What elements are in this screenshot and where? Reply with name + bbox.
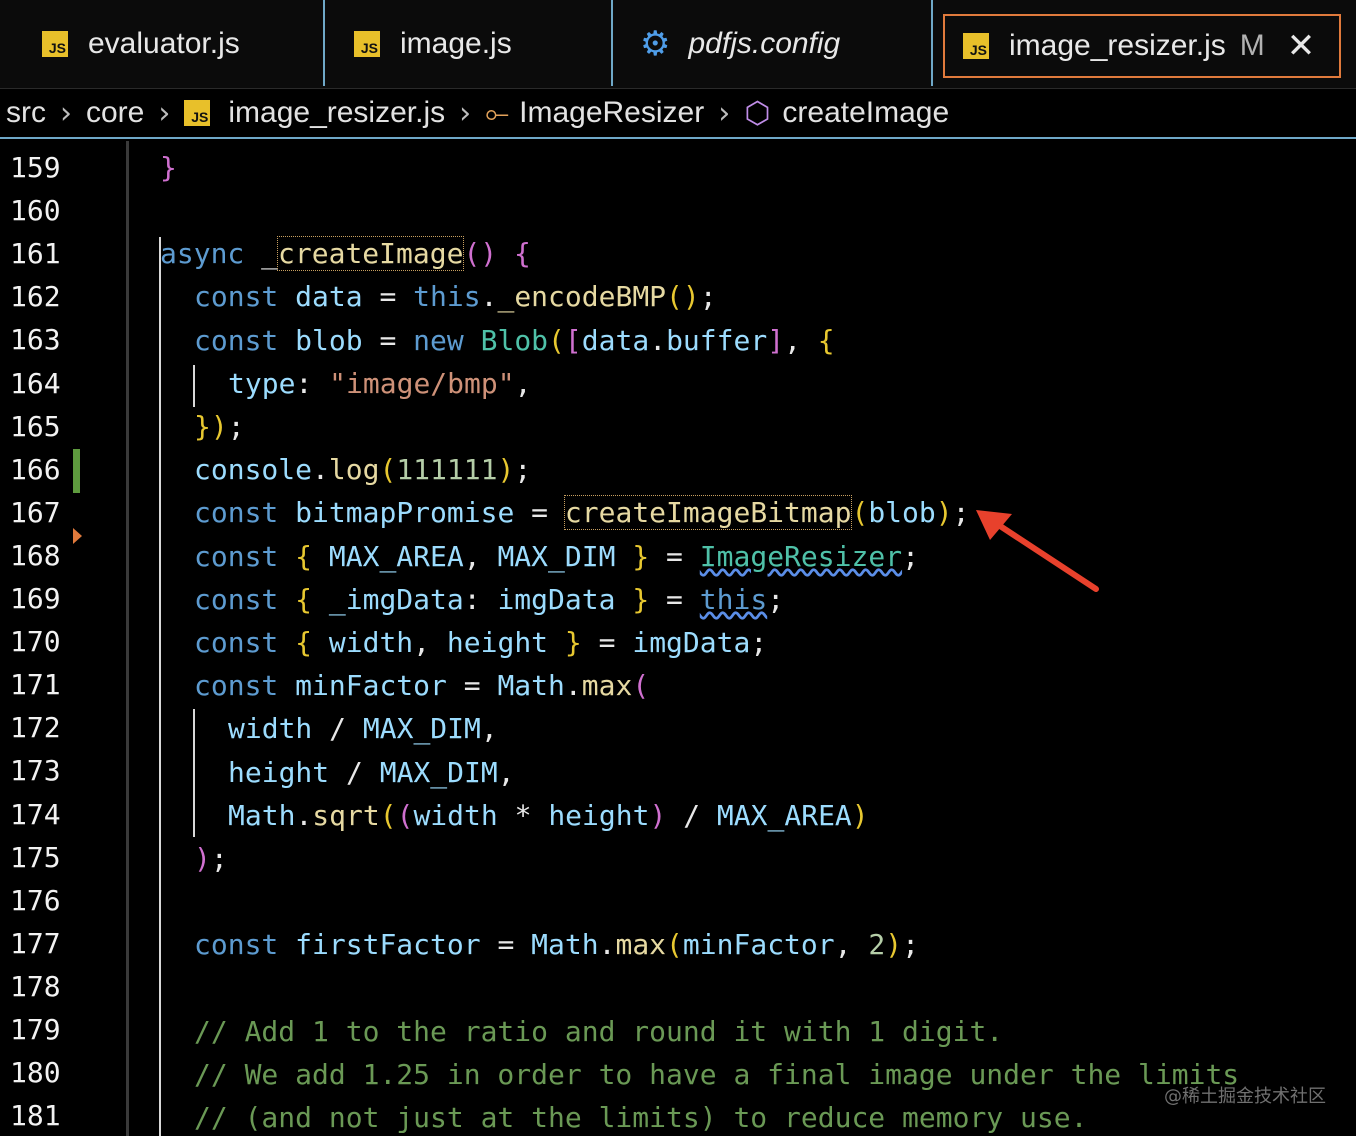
- line-number: 171: [10, 668, 61, 702]
- line-number: 178: [10, 969, 61, 1003]
- chevron-right-icon: ›: [459, 95, 472, 131]
- line-number: 167: [10, 495, 61, 529]
- code-line-177: const firstFactor = Math.max(minFactor, …: [194, 928, 919, 961]
- indent-guide: [193, 709, 195, 837]
- modified-indicator: M: [1239, 29, 1265, 62]
- tab-label: image.js: [400, 27, 512, 60]
- js-file-icon: JS: [42, 31, 68, 57]
- line-number: 169: [10, 582, 61, 615]
- code-line-179: // Add 1 to the ratio and round it with …: [194, 1015, 1004, 1048]
- breadcrumb-item-class[interactable]: ImageResizer: [519, 96, 704, 130]
- breadcrumb: src › core › JS image_resizer.js › ⟜ Ima…: [0, 89, 1356, 139]
- chevron-right-icon: ›: [158, 95, 171, 131]
- line-number: 170: [10, 625, 61, 659]
- tab-label: pdfjs.config: [688, 27, 841, 60]
- line-number: 159: [10, 151, 61, 184]
- indent-guide: [159, 237, 161, 1136]
- js-file-icon: JS: [963, 33, 989, 59]
- code-line-181: // (and not just at the limits) to reduc…: [194, 1101, 1088, 1134]
- tab-divider: [931, 0, 933, 86]
- code-line-175: );: [194, 842, 228, 875]
- code-line-168: const { MAX_AREA, MAX_DIM } = ImageResiz…: [194, 540, 919, 573]
- watermark: @稀土掘金技术社区: [1164, 1086, 1326, 1107]
- code-line-167: const bitmapPromise = createImageBitmap(…: [194, 495, 970, 530]
- breadcrumb-item-core[interactable]: core: [86, 96, 144, 130]
- line-number: 177: [10, 926, 61, 960]
- line-number: 164: [10, 366, 61, 400]
- js-file-icon: JS: [184, 100, 211, 126]
- fold-arrow-icon[interactable]: [73, 528, 82, 544]
- code-line-174: Math.sqrt((width * height) / MAX_AREA): [228, 799, 869, 832]
- line-number: 168: [10, 538, 61, 572]
- line-number: 161: [10, 237, 61, 271]
- line-number: 175: [10, 840, 61, 874]
- breadcrumb-item-src[interactable]: src: [6, 96, 46, 130]
- code-line-163: const blob = new Blob([data.buffer], {: [194, 324, 835, 357]
- code-line-172: width / MAX_DIM,: [228, 712, 498, 745]
- line-number: 162: [10, 280, 61, 314]
- line-number: 179: [10, 1013, 61, 1046]
- line-number: 173: [10, 754, 61, 788]
- code-line-166: console.log(111111);: [194, 453, 532, 486]
- breadcrumb-item-method[interactable]: createImage: [782, 96, 949, 130]
- line-number: 166: [10, 452, 61, 486]
- close-icon[interactable]: ✕: [1287, 29, 1316, 63]
- code-line-173: height / MAX_DIM,: [228, 756, 515, 789]
- tab-divider: [323, 0, 325, 86]
- code-line-161: async _createImage() {: [160, 236, 531, 271]
- indent-guide: [193, 365, 195, 407]
- tab-label: image_resizer.js: [1009, 29, 1226, 62]
- gear-icon: ⚙: [640, 25, 671, 63]
- code-line-164: type: "image/bmp",: [228, 367, 532, 400]
- code-line-170: const { width, height } = imgData;: [194, 626, 768, 659]
- chevron-right-icon: ›: [60, 95, 72, 131]
- modified-line-marker: [73, 449, 80, 493]
- tab-label: evaluator.js: [88, 27, 240, 60]
- tab-image-resizer[interactable]: JS image_resizer.js M ✕: [943, 14, 1341, 78]
- code-line-180: // We add 1.25 in order to have a final …: [194, 1058, 1240, 1091]
- js-file-icon: JS: [354, 31, 380, 57]
- class-icon: ⟜: [485, 95, 510, 131]
- tab-pdfjs-config[interactable]: ⚙ pdfjs.config: [614, 4, 930, 84]
- code-line-165: });: [194, 410, 245, 443]
- line-number: 165: [10, 409, 61, 443]
- method-cube-icon: ⬡: [744, 95, 771, 131]
- line-number: 181: [10, 1099, 61, 1133]
- code-line-162: const data = this._encodeBMP();: [194, 280, 717, 313]
- line-number: 163: [10, 323, 61, 357]
- tab-divider: [611, 0, 613, 86]
- annotation-arrow: [976, 510, 1099, 592]
- code-line-171: const minFactor = Math.max(: [194, 669, 650, 702]
- code-line-169: const { _imgData: imgData } = this;: [194, 583, 785, 616]
- chevron-right-icon: ›: [718, 95, 731, 131]
- line-number: 160: [10, 194, 61, 228]
- code-line-159: }: [160, 151, 177, 184]
- breadcrumb-item-file[interactable]: image_resizer.js: [228, 96, 445, 130]
- line-number: 180: [10, 1056, 61, 1090]
- line-number: 172: [10, 711, 61, 745]
- tab-image[interactable]: JS image.js: [326, 4, 610, 84]
- code-editor[interactable]: 159 160 161 162 163 164 165 166 167 168 169 170 171 1…: [0, 141, 1356, 1136]
- tab-evaluator[interactable]: JS evaluator.js: [16, 4, 322, 84]
- line-number: 176: [10, 883, 61, 917]
- line-number: 174: [10, 797, 61, 831]
- fold-gutter: [126, 141, 129, 1136]
- tab-bar: JS evaluator.js JS image.js ⚙ pdfjs.conf…: [0, 0, 1356, 89]
